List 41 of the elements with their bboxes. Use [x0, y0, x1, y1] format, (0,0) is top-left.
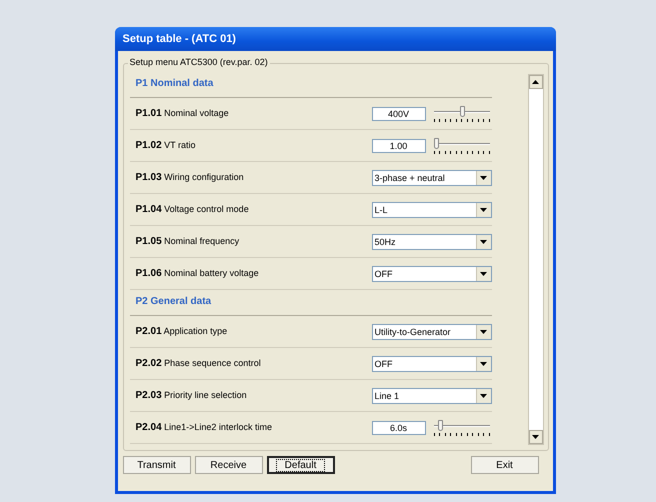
- parameter-label: P1.05 Nominal frequency: [136, 236, 240, 247]
- dropdown[interactable]: OFF: [372, 266, 492, 282]
- dropdown[interactable]: L-L: [372, 202, 492, 218]
- dropdown[interactable]: OFF: [372, 356, 492, 372]
- parameter-label: P1.02 VT ratio: [136, 140, 196, 151]
- parameter-label: P2.04 Line1->Line2 interlock time: [136, 422, 272, 433]
- dropdown[interactable]: Utility-to-Generator: [372, 324, 492, 340]
- parameter-label: P2.01 Application type: [136, 326, 228, 337]
- scroll-up-icon: [532, 80, 539, 84]
- slider[interactable]: [432, 420, 490, 436]
- value-field[interactable]: 400V: [372, 106, 426, 120]
- parameter-label: P1.04 Voltage control mode: [136, 204, 249, 215]
- caret-icon: [480, 240, 487, 244]
- parameter-label: P1.06 Nominal battery voltage: [136, 268, 259, 279]
- dialog-button[interactable]: Exit: [470, 456, 538, 474]
- dropdown[interactable]: Line 1: [372, 388, 492, 404]
- parameter-label: P2.03 Priority line selection: [136, 390, 247, 401]
- slider[interactable]: [432, 138, 490, 154]
- scrollbar[interactable]: [528, 74, 544, 445]
- caret-icon: [480, 272, 487, 276]
- caret-icon: [480, 362, 487, 366]
- group-title: Setup menu ATC5300 (rev.par. 02): [128, 57, 270, 67]
- parameter-label: P1.03 Wiring configuration: [136, 172, 244, 183]
- parameter-label: P2.02 Phase sequence control: [136, 358, 261, 369]
- dropdown[interactable]: 3-phase + neutral: [372, 170, 492, 186]
- dialog-button[interactable]: Transmit: [122, 456, 190, 474]
- window-title: Setup table - (ATC 01): [122, 33, 236, 45]
- section-heading: P1 Nominal data: [130, 72, 492, 98]
- dialog-button[interactable]: Default: [266, 456, 334, 474]
- caret-icon: [480, 176, 487, 180]
- parameter-label: P1.01 Nominal voltage: [136, 108, 229, 119]
- caret-icon: [480, 330, 487, 334]
- scroll-down-icon: [532, 435, 539, 439]
- dropdown[interactable]: 50Hz: [372, 234, 492, 250]
- caret-icon: [480, 208, 487, 212]
- value-field[interactable]: 1.00: [372, 138, 426, 152]
- slider[interactable]: [432, 106, 490, 122]
- dialog-button[interactable]: Receive: [194, 456, 262, 474]
- section-heading: P2 General data: [130, 290, 492, 316]
- value-field[interactable]: 6.0s: [372, 420, 426, 434]
- caret-icon: [480, 394, 487, 398]
